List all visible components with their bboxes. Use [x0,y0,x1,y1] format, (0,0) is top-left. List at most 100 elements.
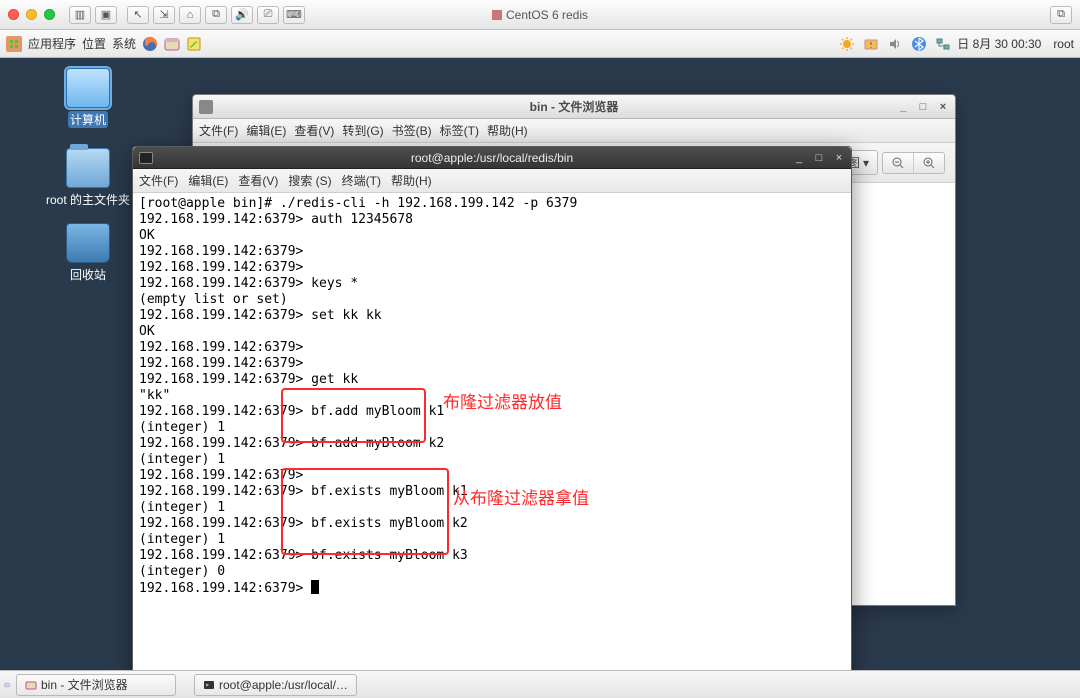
sun-icon[interactable] [839,36,855,52]
terminal-line: 192.168.199.142:6379> [139,260,845,276]
desktop-icon-home[interactable]: root 的主文件夹 [38,148,138,208]
zoom-out-icon [891,156,905,170]
fb-zoom-in-button[interactable] [914,153,944,173]
file-browser-title: bin - 文件浏览器 [530,98,619,115]
host-tb-btn[interactable]: ▣ [95,6,117,24]
taskbar-item-label: root@apple:/usr/local/… [219,678,348,692]
host-toolbar-group-1: ▥ ▣ [69,6,117,24]
terminal-line: (empty list or set) [139,292,845,308]
term-maximize-button[interactable]: □ [811,151,827,165]
trash-icon [66,223,110,263]
chevron-down-icon: ▾ [863,156,869,170]
terminal-line: (integer) 0 [139,564,845,580]
vm-icon [492,10,502,20]
terminal-line: OK [139,324,845,340]
annotation-label-1: 布隆过滤器放值 [443,395,562,411]
desktop[interactable]: 计算机 root 的主文件夹 回收站 bin - 文件浏览器 _ □ × 文件(… [0,58,1080,670]
firefox-icon[interactable] [142,36,158,52]
update-icon[interactable] [863,36,879,52]
terminal-line: 192.168.199.142:6379> bf.add myBloom k2 [139,436,845,452]
fb-menu-file[interactable]: 文件(F) [199,122,238,139]
fb-close-button[interactable]: × [935,100,951,114]
term-menu-help[interactable]: 帮助(H) [391,172,432,189]
host-minimize-button[interactable] [26,9,37,20]
terminal-line: OK [139,228,845,244]
host-tb-btn[interactable]: ⌨ [283,6,305,24]
host-tb-btn[interactable]: ⧉ [205,6,227,24]
show-desktop-button[interactable] [4,674,10,696]
fb-maximize-button[interactable]: □ [915,100,931,114]
host-tb-btn[interactable]: 🔊 [231,6,253,24]
fb-menu-tabs[interactable]: 标签(T) [440,122,479,139]
gnome-menu-applications[interactable]: 应用程序 [28,35,76,52]
fb-menu-help[interactable]: 帮助(H) [487,122,528,139]
bottom-taskbar: bin - 文件浏览器 root@apple:/usr/local/… [0,670,1080,698]
fb-menu-go[interactable]: 转到(G) [342,122,383,139]
host-expand-button[interactable]: ⧉ [1050,6,1072,24]
terminal-icon [203,679,215,691]
host-close-button[interactable] [8,9,19,20]
fb-zoom-out-button[interactable] [883,153,914,173]
term-menu-view[interactable]: 查看(V) [238,172,278,189]
terminal-title: root@apple:/usr/local/redis/bin [411,151,573,165]
computer-icon [66,68,110,108]
fb-minimize-button[interactable]: _ [895,100,911,114]
gnome-tray [839,36,951,52]
fb-menu-view[interactable]: 查看(V) [294,122,334,139]
gnome-clock[interactable]: 日 8月 30 00:30 [957,35,1041,52]
desktop-icon-computer[interactable]: 计算机 [48,68,128,128]
terminal-line: (integer) 1 [139,532,845,548]
traffic-lights [8,9,55,20]
terminal-line: 192.168.199.142:6379> bf.exists myBloom … [139,548,845,564]
terminal-line: 192.168.199.142:6379> [139,356,845,372]
gedit-icon[interactable] [186,36,202,52]
annotation-label-2: 从布隆过滤器拿值 [453,491,589,507]
fb-menu-edit[interactable]: 编辑(E) [246,122,286,139]
term-menu-terminal[interactable]: 终端(T) [342,172,381,189]
folder-icon [66,148,110,188]
terminal-line: 192.168.199.142:6379> get kk [139,372,845,388]
host-tb-btn[interactable]: ▥ [69,6,91,24]
gnome-user[interactable]: root [1053,37,1074,51]
host-tb-btn[interactable]: ⎚ [257,6,279,24]
host-tb-btn[interactable]: ⌂ [179,6,201,24]
term-menu-file[interactable]: 文件(F) [139,172,178,189]
host-window-title: CentOS 6 redis [492,8,588,22]
taskbar-item-terminal[interactable]: root@apple:/usr/local/… [194,674,357,696]
desktop-icon-label: 回收站 [48,266,128,283]
nautilus-icon[interactable] [164,36,180,52]
folder-icon [25,679,37,691]
terminal-line: (integer) 1 [139,420,845,436]
terminal-line: [root@apple bin]# ./redis-cli -h 192.168… [139,196,845,212]
volume-icon[interactable] [887,36,903,52]
terminal-body[interactable]: [root@apple bin]# ./redis-cli -h 192.168… [133,193,851,698]
desktop-icon-trash[interactable]: 回收站 [48,223,128,283]
terminal-cursor [311,580,319,594]
terminal-titlebar[interactable]: root@apple:/usr/local/redis/bin _ □ × [133,147,851,169]
term-menu-search[interactable]: 搜索 (S) [288,172,331,189]
file-browser-menubar: 文件(F) 编辑(E) 查看(V) 转到(G) 书签(B) 标签(T) 帮助(H… [193,119,955,143]
host-zoom-button[interactable] [44,9,55,20]
terminal-line: 192.168.199.142:6379> [139,244,845,260]
terminal-line: 192.168.199.142:6379> [139,580,845,597]
desktop-icon-label: root 的主文件夹 [38,191,138,208]
bluetooth-icon[interactable] [911,36,927,52]
gnome-menu-system[interactable]: 系统 [112,35,136,52]
terminal-window[interactable]: root@apple:/usr/local/redis/bin _ □ × 文件… [132,146,852,698]
host-tb-btn[interactable]: ⇲ [153,6,175,24]
show-desktop-icon [4,677,10,693]
file-browser-titlebar[interactable]: bin - 文件浏览器 _ □ × [193,95,955,119]
terminal-window-icon [139,152,153,164]
host-tb-btn[interactable]: ↖ [127,6,149,24]
gnome-panel: 应用程序 位置 系统 日 8月 30 00:30 root [0,30,1080,58]
fb-menu-bookmarks[interactable]: 书签(B) [392,122,432,139]
network-icon[interactable] [935,36,951,52]
gnome-menu-places[interactable]: 位置 [82,35,106,52]
zoom-in-icon [922,156,936,170]
term-close-button[interactable]: × [831,151,847,165]
taskbar-item-file-browser[interactable]: bin - 文件浏览器 [16,674,176,696]
folder-window-icon [199,100,213,114]
host-toolbar-group-2: ↖ ⇲ ⌂ ⧉ 🔊 ⎚ ⌨ [127,6,305,24]
term-minimize-button[interactable]: _ [791,151,807,165]
term-menu-edit[interactable]: 编辑(E) [188,172,228,189]
